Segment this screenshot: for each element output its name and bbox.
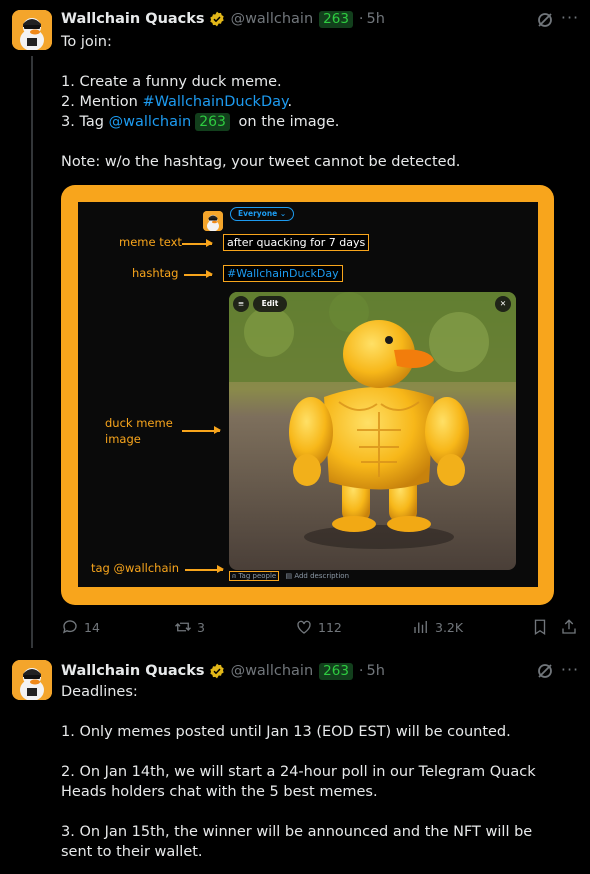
thread-line xyxy=(31,56,33,648)
menu-icon: ≡ xyxy=(233,296,249,312)
hashtag-link[interactable]: #WallchainDuckDay xyxy=(142,94,287,110)
add-description: ▤ Add description xyxy=(285,572,350,580)
author-name[interactable]: Wallchain Quacks xyxy=(61,11,205,27)
text-line: Note: w/o the hashtag, your tweet cannot… xyxy=(61,154,461,170)
text-line: 1. Create a funny duck meme. xyxy=(61,74,282,90)
composer-avatar xyxy=(203,211,223,231)
verified-badge-icon xyxy=(209,663,225,679)
duck-meme-photo: ≡ Edit ✕ xyxy=(229,292,516,570)
annotation-duck-line2: image xyxy=(105,432,141,446)
text-line: 3. Tag @wallchain 263 on the image. xyxy=(61,112,566,132)
audience-selector: Everyone ⌄ xyxy=(230,207,295,221)
annotation-tag: tag @wallchain xyxy=(91,561,179,575)
text-fragment: 2. Mention xyxy=(61,94,143,110)
timestamp[interactable]: 5h xyxy=(367,663,385,679)
mention-link[interactable]: @wallchain xyxy=(109,114,192,130)
separator: · xyxy=(358,663,364,679)
repost-count: 3 xyxy=(197,619,205,635)
author-name[interactable]: Wallchain Quacks xyxy=(61,663,205,679)
more-options-icon[interactable]: ··· xyxy=(560,8,580,28)
text-line: To join: xyxy=(61,34,112,50)
hashtag-box: #WallchainDuckDay xyxy=(223,265,343,282)
text-line: 1. Only memes posted until Jan 13 (EOD E… xyxy=(61,724,511,740)
tweet-actions: 14 3 112 3.2K xyxy=(61,617,581,637)
text-line: Deadlines: xyxy=(61,684,138,700)
share-icon xyxy=(562,619,576,634)
tweet-header: Wallchain Quacks @wallchain 263 · 5h xyxy=(61,9,385,29)
arrow-icon xyxy=(185,566,224,572)
text-fragment: . xyxy=(287,94,293,110)
edit-button: Edit xyxy=(253,296,287,312)
grok-icon[interactable] xyxy=(535,10,555,30)
bookmark-button[interactable] xyxy=(531,617,554,637)
heart-icon xyxy=(297,620,311,634)
tweet[interactable]: Wallchain Quacks @wallchain 263 · 5h ···… xyxy=(0,0,590,648)
tweet-text: To join: 1. Create a funny duck meme. 2.… xyxy=(61,32,566,172)
avatar[interactable] xyxy=(12,10,52,50)
reply-count: 14 xyxy=(84,619,100,635)
share-button[interactable] xyxy=(560,617,583,637)
media-options-row: ⍝ Tag people ▤ Add description xyxy=(229,571,350,584)
grok-icon[interactable] xyxy=(535,661,555,681)
arrow-icon xyxy=(184,271,213,277)
tweet[interactable]: Wallchain Quacks @wallchain 263 · 5h ···… xyxy=(0,648,590,874)
mention-score-badge: 263 xyxy=(195,113,230,131)
author-handle[interactable]: @wallchain xyxy=(231,11,314,27)
verified-badge-icon xyxy=(209,11,225,27)
text-line: 3. On Jan 15th, the winner will be annou… xyxy=(61,824,533,860)
like-button[interactable]: 112 xyxy=(295,617,342,637)
tag-people-box: ⍝ Tag people xyxy=(229,571,280,581)
author-handle[interactable]: @wallchain xyxy=(231,663,314,679)
tag-people-label: Tag people xyxy=(238,572,277,580)
annotation-duck-line1: duck meme xyxy=(105,416,173,430)
text-fragment: 3. Tag xyxy=(61,114,109,130)
meme-text-box: after quacking for 7 days xyxy=(223,234,370,251)
repost-icon xyxy=(175,622,191,632)
bookmark-icon xyxy=(534,619,546,636)
text-line: 2. Mention #WallchainDuckDay. xyxy=(61,92,566,112)
tweet-text: Deadlines: 1. Only memes posted until Ja… xyxy=(61,682,566,862)
add-description-label: Add description xyxy=(294,572,350,580)
reply-icon xyxy=(62,620,77,634)
text-fragment: on the image. xyxy=(238,114,340,130)
more-options-icon[interactable]: ··· xyxy=(560,660,580,680)
annotation-hashtag: hashtag xyxy=(132,266,179,280)
tweet-header: Wallchain Quacks @wallchain 263 · 5h xyxy=(61,661,385,681)
separator: · xyxy=(358,11,364,27)
views-icon xyxy=(414,621,427,633)
score-badge: 263 xyxy=(319,662,353,680)
repost-button[interactable]: 3 xyxy=(174,617,205,637)
arrow-icon xyxy=(182,240,213,246)
score-badge: 263 xyxy=(319,10,353,28)
text-line: 2. On Jan 14th, we will start a 24-hour … xyxy=(61,764,536,800)
views-count: 3.2K xyxy=(435,619,464,635)
media-image[interactable]: Everyone ⌄ meme text after quacking for … xyxy=(61,185,554,605)
like-count: 112 xyxy=(318,619,342,635)
audience-label: Everyone xyxy=(238,209,278,218)
reply-button[interactable]: 14 xyxy=(61,617,100,637)
timestamp[interactable]: 5h xyxy=(367,11,385,27)
annotation-meme-text: meme text xyxy=(119,235,182,249)
arrow-icon xyxy=(182,427,221,433)
views-button[interactable]: 3.2K xyxy=(412,617,463,637)
close-icon: ✕ xyxy=(495,296,511,312)
media-composer-screenshot: Everyone ⌄ meme text after quacking for … xyxy=(78,202,538,587)
avatar[interactable] xyxy=(12,660,52,700)
